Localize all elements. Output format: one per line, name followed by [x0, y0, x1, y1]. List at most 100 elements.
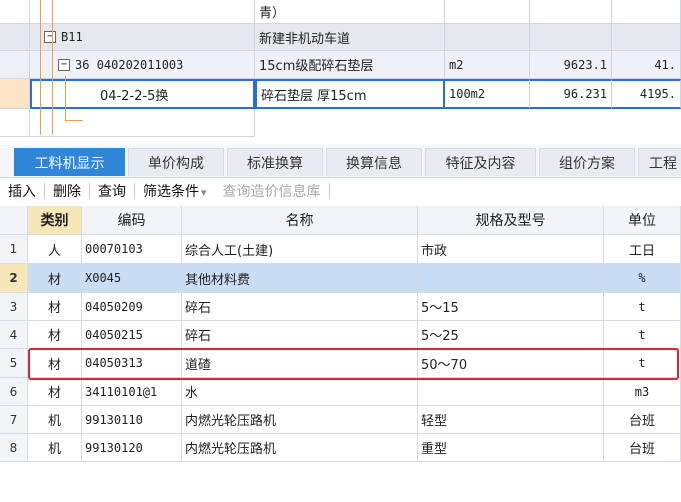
unit-cell[interactable]: %	[604, 264, 681, 293]
code-cell[interactable]: 04-2-2-5换	[30, 79, 255, 109]
code-cell[interactable]: 99130120	[82, 434, 182, 462]
price-cell: 41.	[612, 51, 681, 79]
delete-button[interactable]: 删除	[45, 181, 89, 201]
tree-line	[65, 76, 66, 120]
tree-row-selected[interactable]: 04-2-2-5换 碎石垫层 厚15cm 100m2 96.231 4195.	[0, 79, 681, 109]
tree-row-36[interactable]: − 36 040202011003 15cm级配碎石垫层 m2 9623.1 4…	[0, 51, 681, 79]
table-row[interactable]: 2 材 X0045 其他材料费%	[0, 264, 681, 293]
unit-cell[interactable]: t	[604, 321, 681, 349]
insert-button[interactable]: 插入	[0, 181, 44, 201]
tree-row-empty	[0, 109, 681, 137]
name-cell[interactable]: 碎石垫层 厚15cm	[255, 79, 445, 109]
tree-row-b11[interactable]: − B11 新建非机动车道	[0, 24, 681, 51]
name-cell[interactable]: 内燃光轮压路机	[182, 406, 418, 434]
unit-cell[interactable]: 工日	[604, 235, 681, 264]
table-row[interactable]: 4 材 04050215 碎石 5～25 t	[0, 321, 681, 349]
category-cell[interactable]: 材	[28, 264, 82, 293]
name-cell: 新建非机动车道	[255, 24, 445, 51]
tab-engineering[interactable]: 工程	[638, 148, 681, 176]
unit-cell[interactable]: 台班	[604, 434, 681, 462]
code-cell[interactable]: 04050209	[82, 293, 182, 321]
category-cell[interactable]: 机	[28, 406, 82, 434]
name-cell[interactable]: 其他材料费	[182, 264, 418, 293]
name-cell[interactable]: 碎石	[182, 321, 418, 349]
code-cell[interactable]: 00070103	[82, 235, 182, 264]
query-button[interactable]: 查询	[90, 181, 134, 201]
row-number: 3	[0, 293, 28, 321]
filter-dropdown[interactable]: 筛选条件 ▾	[135, 181, 215, 201]
column-header-unit[interactable]: 单位	[604, 206, 681, 235]
grid-header-row: 类别 编码 名称 规格及型号 单位	[0, 206, 681, 235]
name-cell[interactable]: 碎石	[182, 293, 418, 321]
column-header-spec[interactable]: 规格及型号	[418, 206, 604, 235]
tab-features-content[interactable]: 特征及内容	[425, 148, 536, 176]
unit-cell[interactable]: 台班	[604, 406, 681, 434]
spec-cell[interactable]: 重型	[418, 434, 604, 462]
row-header	[0, 24, 30, 51]
category-cell[interactable]: 材	[28, 321, 82, 349]
chevron-down-icon: ▾	[201, 186, 207, 199]
table-row[interactable]: 3 材 04050209 碎石 5～15 t	[0, 293, 681, 321]
row-number: 8	[0, 434, 28, 462]
collapse-icon[interactable]: −	[58, 58, 70, 71]
filter-label: 筛选条件	[143, 184, 199, 200]
category-cell[interactable]: 材	[28, 378, 82, 406]
unit-cell	[445, 24, 530, 51]
column-header-name[interactable]: 名称	[182, 206, 418, 235]
code-cell[interactable]: X0045	[82, 264, 182, 293]
tab-labor-material-machine[interactable]: 工料机显示	[14, 148, 125, 176]
collapse-icon[interactable]: −	[44, 31, 56, 43]
unit-cell[interactable]: t	[604, 293, 681, 321]
item-code: 040202011003	[96, 57, 184, 72]
price-cell	[612, 24, 681, 51]
column-header-code[interactable]: 编码	[82, 206, 182, 235]
spec-cell[interactable]	[418, 378, 604, 406]
item-number: 36	[75, 57, 90, 72]
column-header-category[interactable]: 类别	[28, 206, 82, 235]
price-database-button[interactable]: 查询造价信息库	[215, 181, 329, 201]
code-cell[interactable]: 99130110	[82, 406, 182, 434]
name-cell[interactable]: 水	[182, 378, 418, 406]
qty-cell: 96.231	[530, 79, 612, 109]
tab-conversion-info[interactable]: 换算信息	[326, 148, 422, 176]
row-header	[0, 0, 30, 24]
category-cell[interactable]: 材	[28, 293, 82, 321]
name-cell[interactable]: 综合人工(土建)	[182, 235, 418, 264]
code-cell[interactable]: 04050215	[82, 321, 182, 349]
code-cell[interactable]: 34110101@1	[82, 378, 182, 406]
section-number: B11	[61, 30, 83, 44]
table-row[interactable]: 1 人 00070103 综合人工(土建) 市政 工日	[0, 235, 681, 264]
table-row[interactable]: 8 机 99130120 内燃光轮压路机 重型 台班	[0, 434, 681, 462]
qty-cell	[530, 24, 612, 51]
spec-cell[interactable]: 5～15	[418, 293, 604, 321]
category-cell[interactable]: 人	[28, 235, 82, 264]
tree-line	[65, 120, 83, 121]
unit-cell[interactable]: m3	[604, 378, 681, 406]
unit-cell: m2	[445, 51, 530, 79]
tab-standard-conversion[interactable]: 标准换算	[227, 148, 323, 176]
qty-cell	[530, 0, 612, 24]
item-tree-grid: 青） − B11 新建非机动车道 − 36 040202011003 15cm级…	[0, 0, 681, 140]
divider	[328, 183, 330, 199]
table-row[interactable]: 6 材 34110101@1 水 m3	[0, 378, 681, 406]
code-cell	[30, 0, 255, 24]
spec-cell[interactable]: 轻型	[418, 406, 604, 434]
unit-cell: 100m2	[445, 79, 530, 109]
spec-cell[interactable]: 市政	[418, 235, 604, 264]
tab-unit-price-composition[interactable]: 单价构成	[128, 148, 224, 176]
row-number: 1	[0, 235, 28, 264]
tree-row[interactable]: 青）	[0, 0, 681, 24]
row-header	[0, 79, 30, 109]
tree-line	[40, 0, 41, 135]
spec-cell[interactable]	[418, 264, 604, 293]
price-cell	[612, 0, 681, 24]
row-number: 5	[0, 349, 28, 378]
table-row[interactable]: 7 机 99130110 内燃光轮压路机 轻型 台班	[0, 406, 681, 434]
highlight-annotation-box	[28, 348, 679, 380]
price-cell: 4195.	[612, 79, 681, 109]
spec-cell[interactable]: 5～25	[418, 321, 604, 349]
name-cell[interactable]: 内燃光轮压路机	[182, 434, 418, 462]
tab-pricing-plan[interactable]: 组价方案	[539, 148, 635, 176]
code-cell: − 36 040202011003	[30, 51, 255, 79]
category-cell[interactable]: 机	[28, 434, 82, 462]
